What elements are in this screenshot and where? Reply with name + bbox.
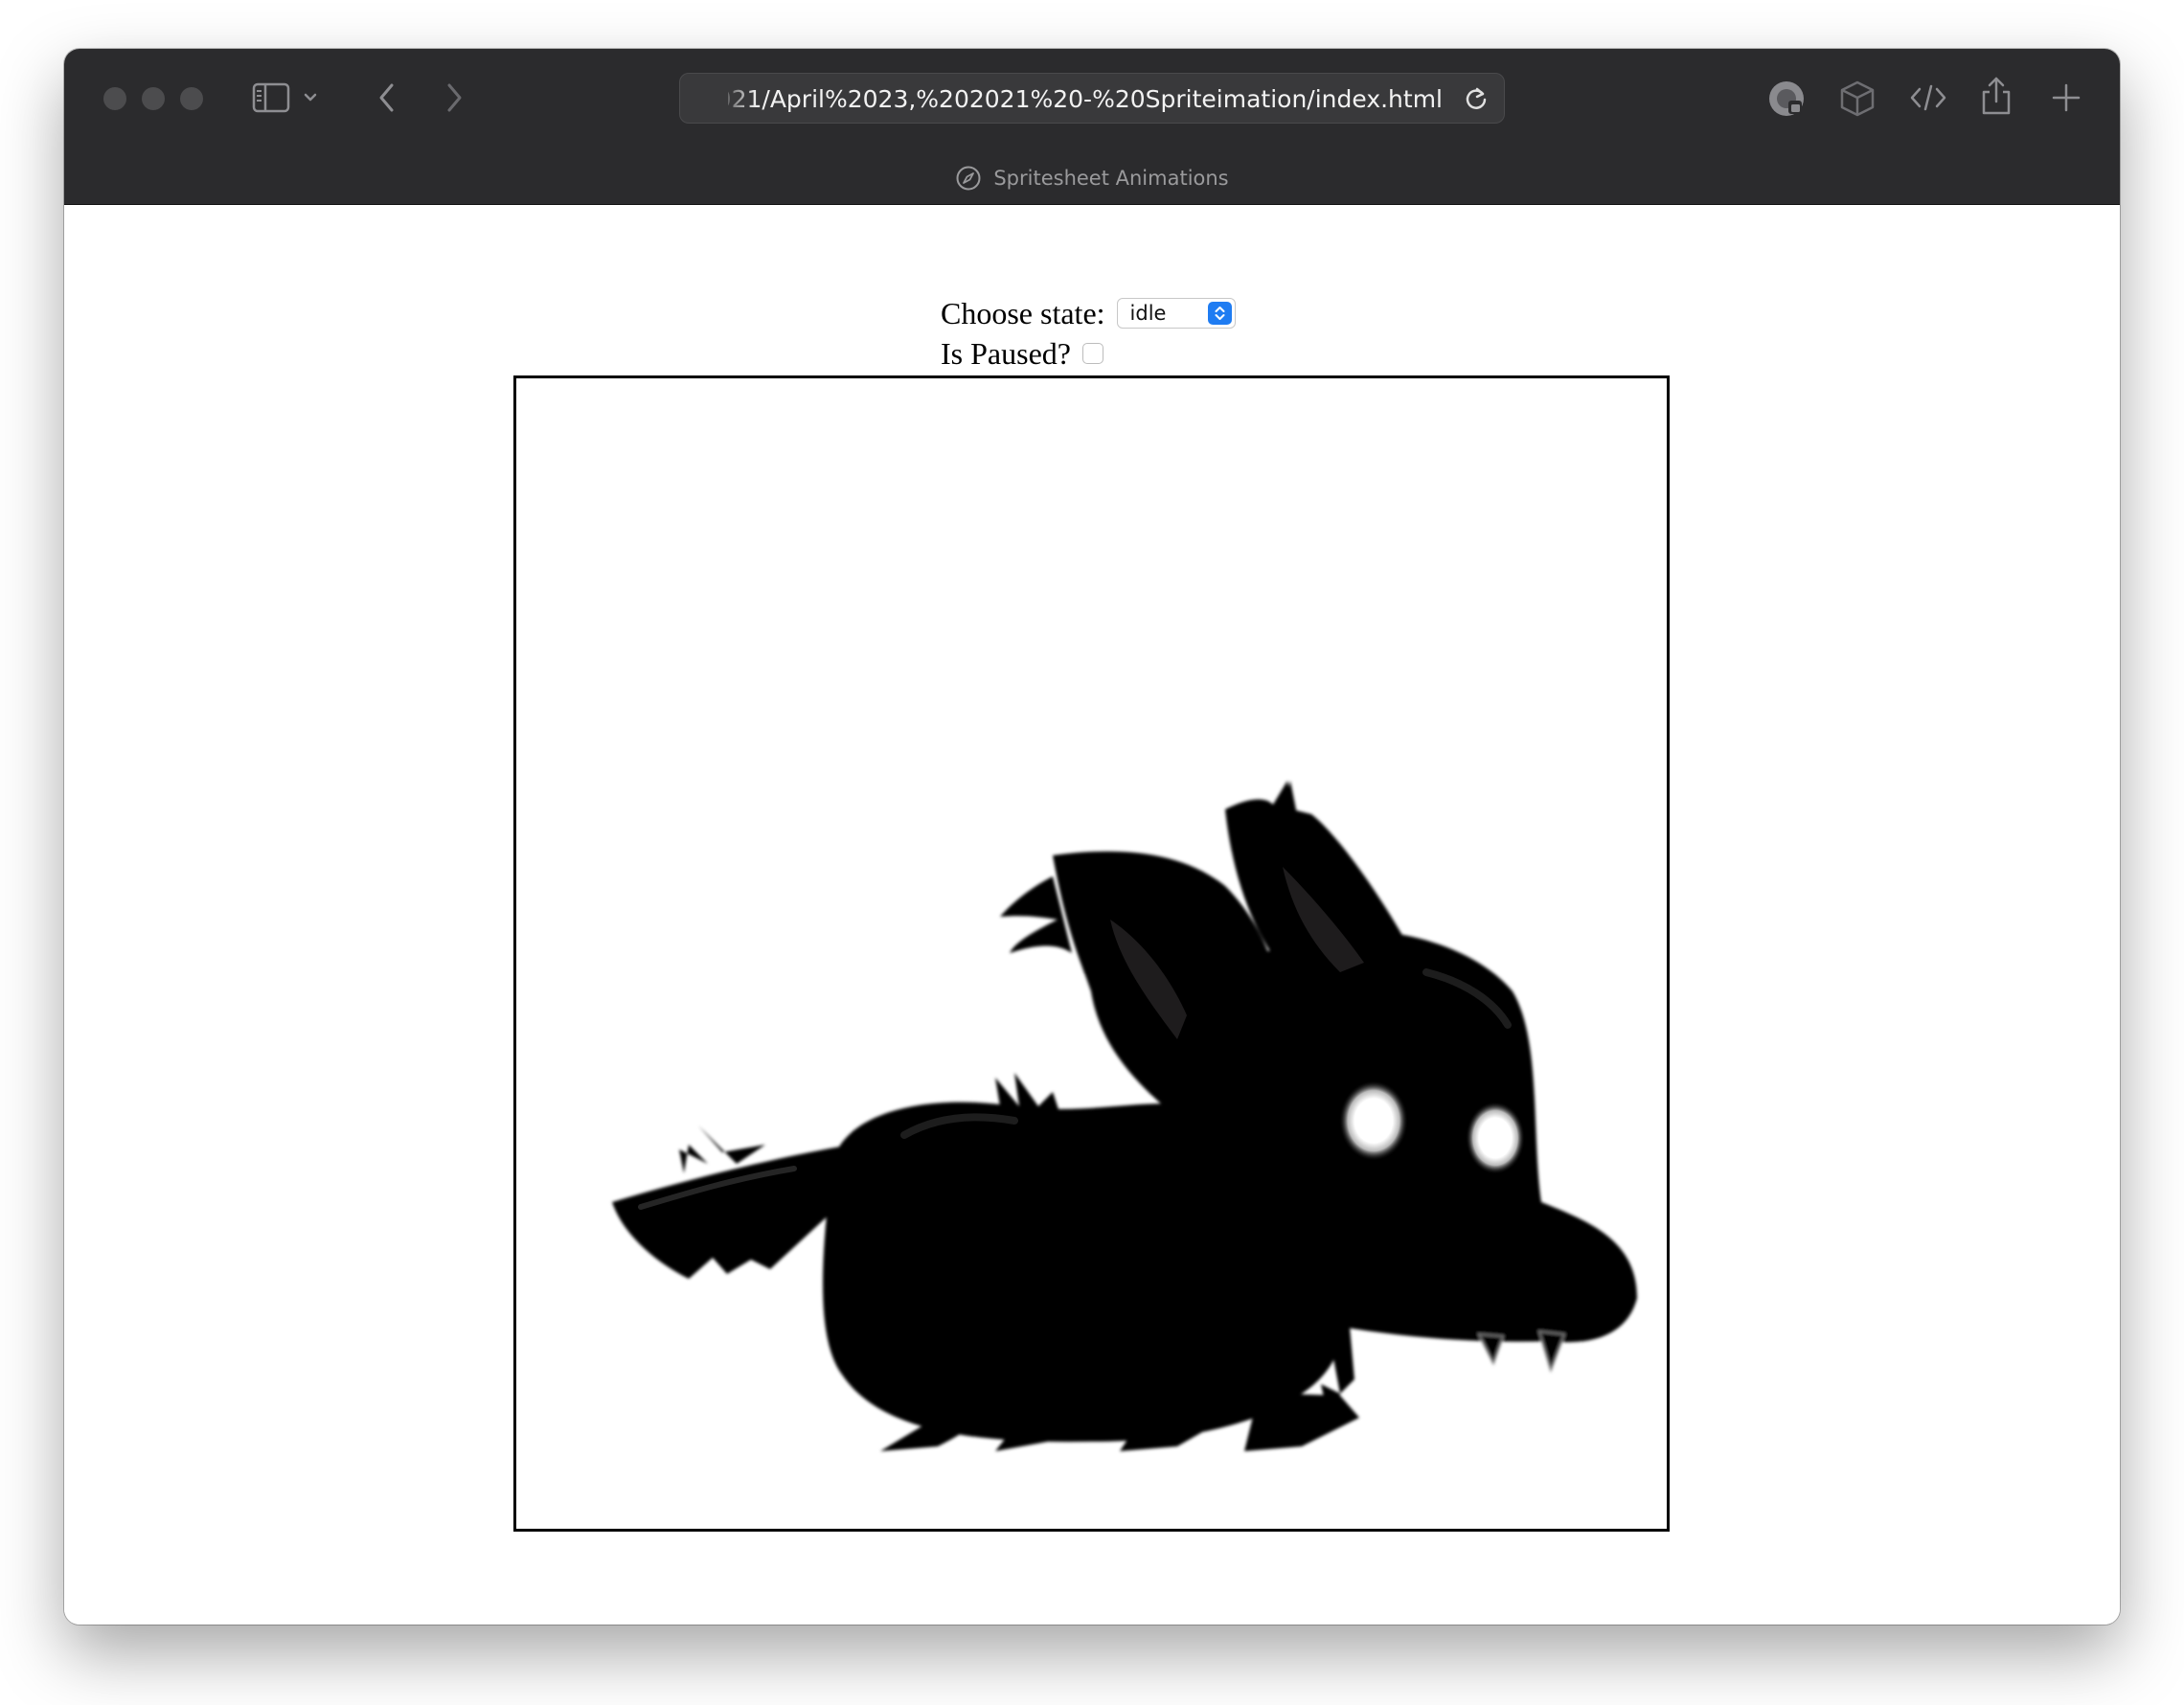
paused-label: Is Paused? [941,335,1071,371]
back-arrow-icon[interactable] [373,80,401,116]
state-select[interactable]: idle [1116,298,1236,329]
plus-icon[interactable] [2048,80,2084,116]
url-fade [718,74,757,123]
forward-arrow-icon[interactable] [440,80,468,116]
url-text[interactable]: 2021/April%2023,%202021%20-%20Spriteimat… [728,74,1443,123]
paused-row: Is Paused? [941,333,1236,374]
right-eye [1466,1102,1525,1174]
browser-toolbar: 2021/April%2023,%202021%20-%20Spriteimat… [64,49,2120,205]
code-icon[interactable] [1908,80,1948,116]
tab-active[interactable]: Spritesheet Animations [64,162,2120,194]
animation-canvas [513,375,1670,1532]
close-window-button[interactable] [103,87,126,110]
share-icon[interactable] [1977,74,2015,118]
page-content: Choose state: idle Is Paused? [64,205,2120,1625]
state-select-value: idle [1129,302,1167,325]
browser-window: 2021/April%2023,%202021%20-%20Spriteimat… [64,49,2120,1625]
zoom-window-button[interactable] [180,87,203,110]
minimize-window-button[interactable] [142,87,165,110]
extension-icon[interactable] [1766,79,1807,119]
left-eye [1339,1080,1408,1161]
3d-box-icon[interactable] [1837,78,1877,120]
paused-checkbox[interactable] [1081,343,1103,364]
compass-icon [956,166,981,191]
sidebar-icon[interactable] [251,80,291,116]
tab-title: Spritesheet Animations [993,167,1229,190]
shadow-dog-sprite [612,781,1637,1451]
reload-icon[interactable] [1462,83,1490,114]
state-row: Choose state: idle [941,293,1236,333]
controls-panel: Choose state: idle Is Paused? [941,293,1236,374]
address-bar[interactable]: 2021/April%2023,%202021%20-%20Spriteimat… [679,73,1505,124]
chevron-down-icon[interactable] [301,85,320,110]
select-stepper-icon [1207,302,1232,325]
state-label: Choose state: [941,295,1105,330]
